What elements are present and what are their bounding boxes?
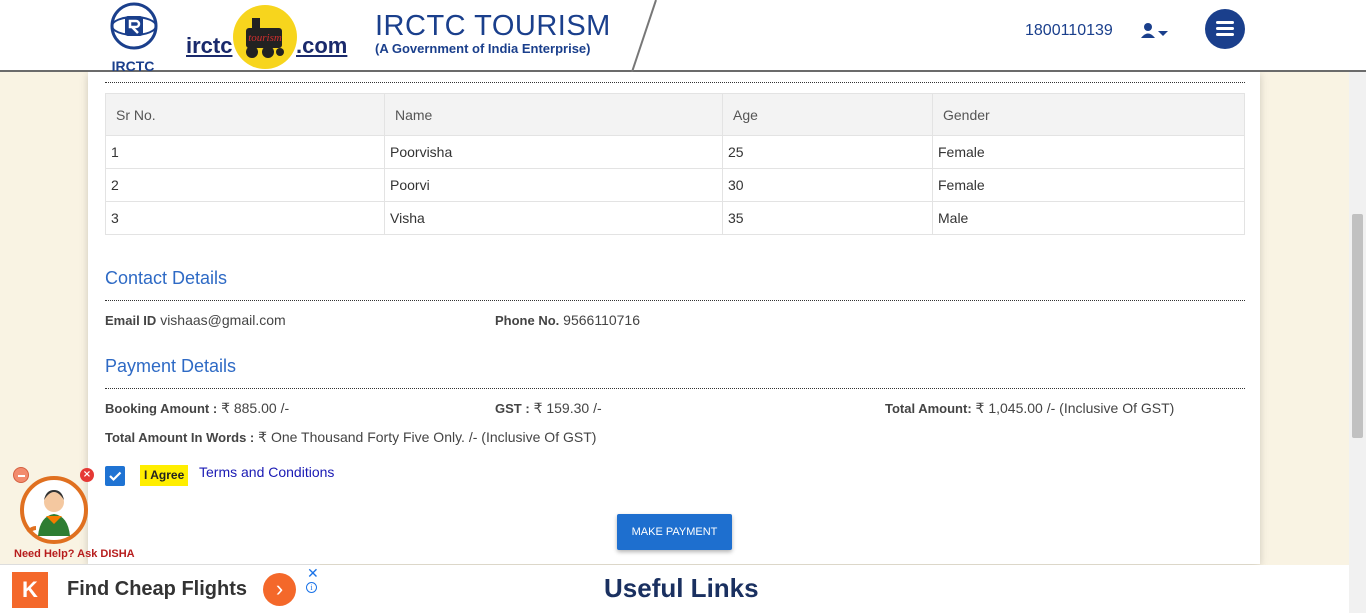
footer: Useful Links <box>320 565 1349 613</box>
booking-amount-value: ₹ 885.00 /- <box>221 400 290 416</box>
contact-details-title: Contact Details <box>105 268 228 288</box>
booking-amount-label: Booking Amount : <box>105 401 218 416</box>
phone-value: 9566110716 <box>563 312 640 328</box>
make-payment-button[interactable]: MAKE PAYMENT <box>617 514 732 550</box>
col-header-gender: Gender <box>932 93 1245 136</box>
total-amount-value: ₹ 1,045.00 /- (Inclusive Of GST) <box>975 400 1175 416</box>
divider <box>105 388 1245 389</box>
table-row: 3 Visha 35 Male <box>105 201 1245 235</box>
site-name-right[interactable]: .com <box>296 33 347 59</box>
email-value: vishaas@gmail.com <box>160 312 286 328</box>
scrollbar-thumb[interactable] <box>1352 214 1363 438</box>
email-label: Email ID <box>105 313 157 328</box>
disha-help-label: Need Help? Ask DISHA <box>14 548 135 560</box>
table-row: 1 Poorvisha 25 Female <box>105 135 1245 169</box>
table-row: 2 Poorvi 30 Female <box>105 168 1245 202</box>
user-icon <box>1141 23 1168 38</box>
total-in-words-value: ₹ One Thousand Forty Five Only. /- (Incl… <box>258 429 597 445</box>
gst-value: ₹ 159.30 /- <box>533 400 602 416</box>
agree-label: I Agree <box>140 465 189 486</box>
cell-name: Poorvisha <box>384 135 723 169</box>
brand-title: IRCTC TOURISM <box>375 10 611 42</box>
ad-close-icon[interactable]: ✕ <box>307 565 319 582</box>
payment-details-title: Payment Details <box>105 356 237 376</box>
total-in-words: Total Amount In Words : ₹ One Thousand F… <box>105 429 596 446</box>
table-header-row: Sr No. Name Age Gender <box>105 93 1245 136</box>
cell-gender: Male <box>932 201 1245 235</box>
col-header-name: Name <box>384 93 723 136</box>
cell-gender: Female <box>932 168 1245 202</box>
ad-text: Find Cheap Flights <box>67 578 247 600</box>
cell-age: 35 <box>722 201 933 235</box>
kayak-logo-icon: K <box>12 572 48 608</box>
col-header-age: Age <box>722 93 933 136</box>
cell-sr-no: 3 <box>105 201 385 235</box>
irctc-logo[interactable]: IRCTC <box>104 2 162 74</box>
train-logo-icon: tourism <box>233 5 297 69</box>
col-header-sr-no: Sr No. <box>105 93 385 136</box>
phone-label: Phone No. <box>495 313 560 328</box>
tourism-badge-text: tourism <box>248 32 282 44</box>
total-amount: Total Amount: ₹ 1,045.00 /- (Inclusive O… <box>885 400 1174 417</box>
total-amount-label: Total Amount: <box>885 401 972 416</box>
cell-age: 25 <box>722 135 933 169</box>
ad-arrow-button[interactable]: › <box>263 573 296 606</box>
caret-down-icon <box>1158 31 1168 36</box>
page-scrollbar[interactable] <box>1349 72 1366 613</box>
terms-and-conditions-link[interactable]: Terms and Conditions <box>199 464 334 480</box>
flight-ad-banner[interactable]: K Find Cheap Flights › ✕ i <box>0 564 320 613</box>
user-menu[interactable] <box>1140 22 1170 42</box>
header-divider <box>631 0 657 72</box>
hamburger-menu-button[interactable] <box>1205 9 1245 49</box>
helpline-number[interactable]: 1800110139 <box>1025 22 1113 40</box>
site-name-left[interactable]: irctc <box>186 33 232 59</box>
ad-info-icon[interactable]: i <box>306 582 317 593</box>
disha-chat-widget[interactable]: × Need Help? Ask DISHA <box>10 464 140 564</box>
cell-name: Visha <box>384 201 723 235</box>
irctc-emblem-icon <box>110 2 158 50</box>
email-field: Email ID vishaas@gmail.com <box>105 312 286 328</box>
useful-links-heading: Useful Links <box>604 573 759 603</box>
passenger-table: Sr No. Name Age Gender 1 Poorvisha 25 Fe… <box>105 93 1245 235</box>
brand-subtitle: (A Government of India Enterprise) <box>375 41 591 56</box>
gst-amount: GST : ₹ 159.30 /- <box>495 400 602 417</box>
booking-summary-card: Sr No. Name Age Gender 1 Poorvisha 25 Fe… <box>88 72 1260 564</box>
gst-label: GST : <box>495 401 530 416</box>
disha-avatar-icon[interactable] <box>20 476 88 544</box>
hamburger-icon <box>1216 21 1234 24</box>
booking-amount: Booking Amount : ₹ 885.00 /- <box>105 400 289 417</box>
phone-field: Phone No. 9566110716 <box>495 312 640 328</box>
divider <box>105 300 1245 301</box>
cell-age: 30 <box>722 168 933 202</box>
logo-caption: IRCTC <box>111 58 155 74</box>
total-in-words-label: Total Amount In Words : <box>105 430 255 445</box>
site-header: IRCTC irctc tourism .com IRCTC TOURISM (… <box>0 0 1366 74</box>
cell-gender: Female <box>932 135 1245 169</box>
divider <box>105 82 1245 83</box>
cell-sr-no: 1 <box>105 135 385 169</box>
cell-sr-no: 2 <box>105 168 385 202</box>
cell-name: Poorvi <box>384 168 723 202</box>
